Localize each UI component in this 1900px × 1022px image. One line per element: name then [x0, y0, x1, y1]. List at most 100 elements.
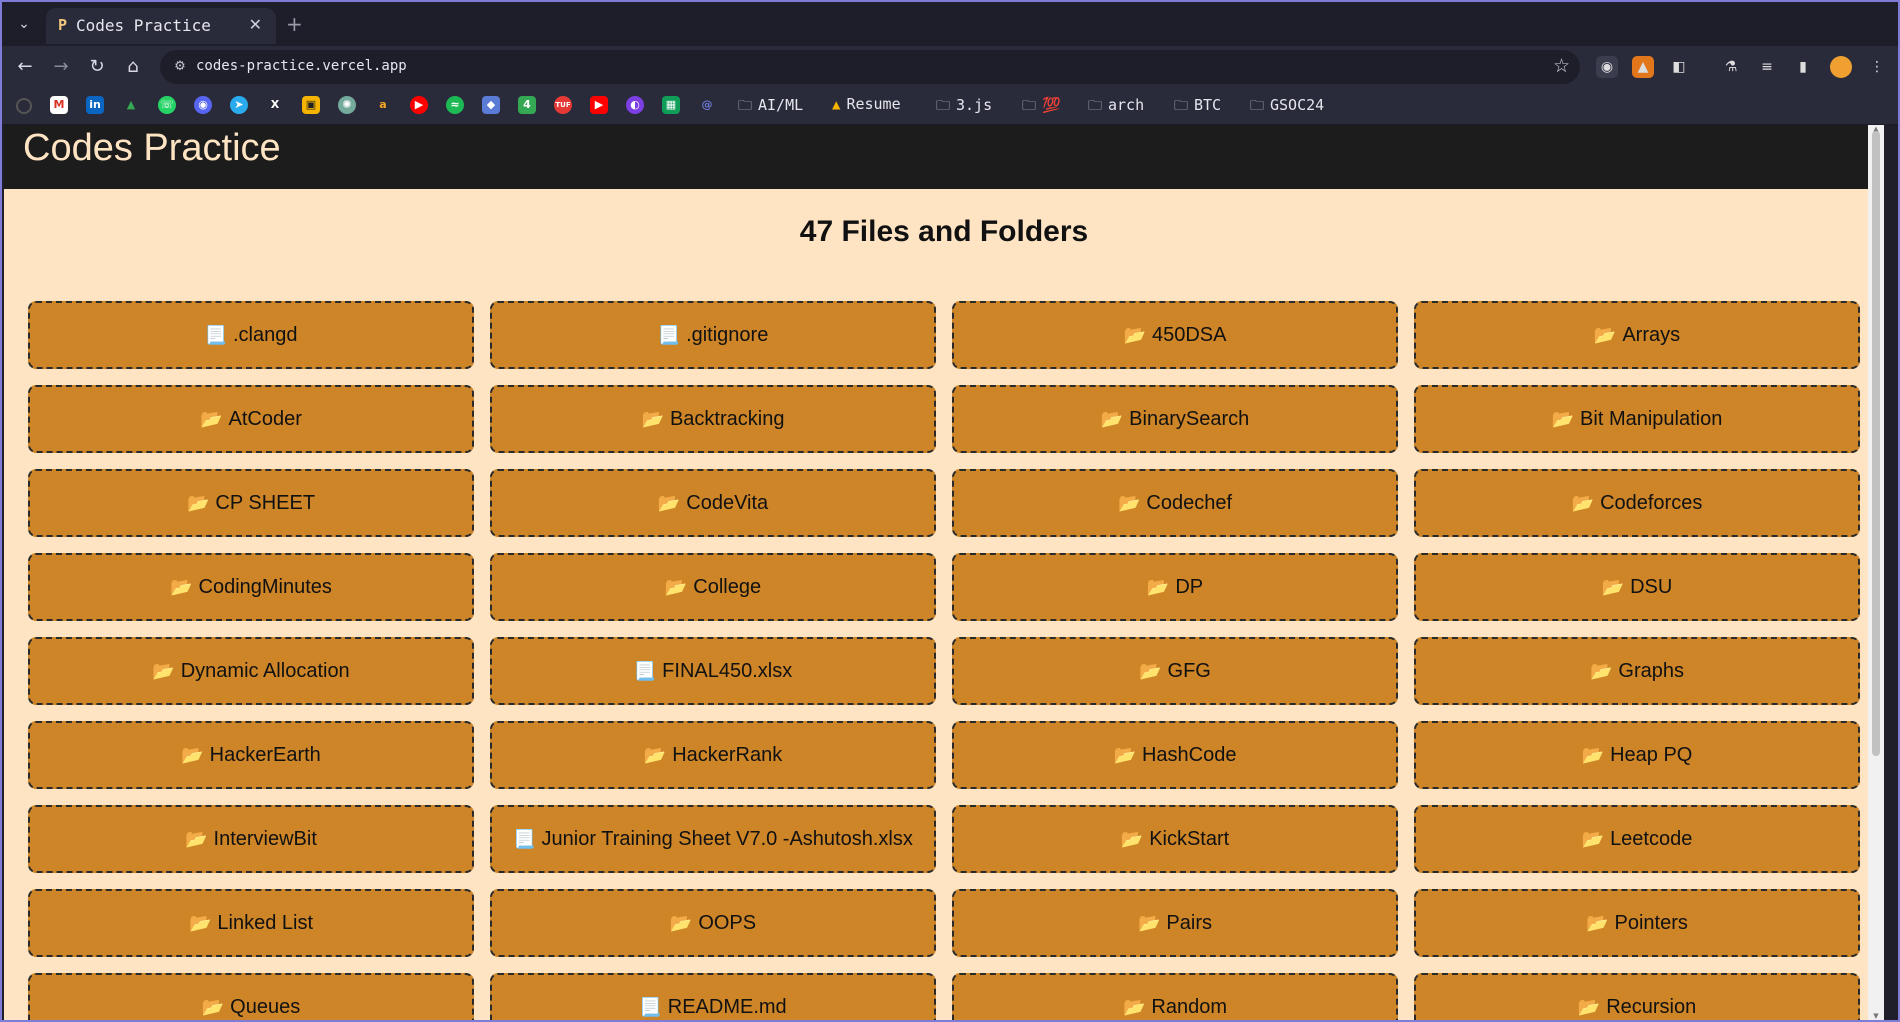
- open-folder-icon: 📂: [657, 492, 681, 513]
- open-folder-icon: 📂: [1123, 324, 1146, 345]
- page-scrollbar[interactable]: ▲ ▼: [1868, 125, 1884, 1020]
- folder-card[interactable]: 📂 Codeforces: [1414, 469, 1860, 537]
- telegram-icon[interactable]: ➤: [230, 96, 248, 114]
- folder-card[interactable]: 📂 Queues: [28, 973, 474, 1020]
- folder-card[interactable]: 📂 KickStart: [952, 805, 1398, 873]
- open-folder-icon: 📂: [152, 660, 175, 681]
- chatgpt-icon[interactable]: ✺: [338, 96, 356, 114]
- folder-card[interactable]: 📂 CP SHEET: [28, 469, 474, 537]
- spiral-app-icon[interactable]: @: [698, 96, 716, 114]
- extensions-puzzle-icon[interactable]: ◧: [1668, 56, 1690, 78]
- discord-icon[interactable]: ◉: [194, 96, 212, 114]
- tab-search-icon[interactable]: ⌄: [14, 14, 34, 34]
- profile-avatar[interactable]: [1830, 56, 1852, 78]
- bookmark-resume[interactable]: ▲ Resume: [832, 95, 901, 113]
- home-icon[interactable]: ⌂: [120, 54, 146, 80]
- file-card[interactable]: 📃 README.md: [490, 973, 936, 1020]
- folder-card[interactable]: 📂 AtCoder: [28, 385, 474, 453]
- scrollbar-thumb[interactable]: [1872, 131, 1880, 756]
- file-card[interactable]: 📃 FINAL450.xlsx: [490, 637, 936, 705]
- folder-card[interactable]: 📂 DP: [952, 553, 1398, 621]
- youtube-music-icon[interactable]: ▶: [410, 96, 428, 114]
- folder-card[interactable]: 📂 HackerEarth: [28, 721, 474, 789]
- gmail-icon[interactable]: M: [50, 96, 68, 114]
- folder-card[interactable]: 📂 InterviewBit: [28, 805, 474, 873]
- bookmark-folder-100[interactable]: 🗀 💯: [1022, 95, 1061, 119]
- tab-strip: ⌄ P Codes Practice ✕ +: [2, 2, 1898, 46]
- forward-icon[interactable]: →: [48, 54, 74, 80]
- amazon-icon[interactable]: a: [374, 96, 392, 114]
- folder-card[interactable]: 📂 Dynamic Allocation: [28, 637, 474, 705]
- back-icon[interactable]: ←: [12, 54, 38, 80]
- side-panel-icon[interactable]: ▮: [1792, 56, 1814, 78]
- whatsapp-icon[interactable]: ☏: [158, 96, 176, 114]
- folder-card[interactable]: 📂 Linked List: [28, 889, 474, 957]
- folder-card[interactable]: 📂 CodeVita: [490, 469, 936, 537]
- bookmark-app-icon[interactable]: ◆: [482, 96, 500, 114]
- folder-card[interactable]: 📂 College: [490, 553, 936, 621]
- open-folder-icon: 📂: [1139, 660, 1162, 681]
- purple-app-icon[interactable]: ◐: [626, 96, 644, 114]
- item-name: FINAL450.xlsx: [662, 659, 793, 682]
- folder-card[interactable]: 📂 450DSA: [952, 301, 1398, 369]
- bookmark-folder-3js[interactable]: 🗀 3.js: [936, 95, 992, 119]
- item-name: .gitignore: [686, 323, 769, 346]
- new-tab-icon[interactable]: +: [286, 12, 303, 36]
- bookmark-folder-arch[interactable]: 🗀 arch: [1088, 95, 1144, 119]
- folder-card[interactable]: 📂 Arrays: [1414, 301, 1860, 369]
- photos-icon[interactable]: ▣: [302, 96, 320, 114]
- folder-card[interactable]: 📂 HashCode: [952, 721, 1398, 789]
- folder-card[interactable]: 📂 Recursion: [1414, 973, 1860, 1020]
- sheets-icon[interactable]: ▦: [662, 96, 680, 114]
- active-tab[interactable]: P Codes Practice ✕: [46, 8, 276, 44]
- spotify-icon[interactable]: ≈: [446, 96, 464, 114]
- tuf-icon[interactable]: TUF: [554, 96, 572, 114]
- extension-spy-icon[interactable]: ◉: [1596, 56, 1618, 78]
- folder-card[interactable]: 📂 BinarySearch: [952, 385, 1398, 453]
- item-name: README.md: [667, 995, 787, 1018]
- bookmark-folder-gsoc24[interactable]: 🗀 GSOC24: [1250, 95, 1324, 119]
- file-card[interactable]: 📃 Junior Training Sheet V7.0 -Ashutosh.xl…: [490, 805, 936, 873]
- file-card[interactable]: 📃 .gitignore: [490, 301, 936, 369]
- item-name: CodeVita: [686, 491, 769, 514]
- bookmark-folder-btc[interactable]: 🗀 BTC: [1174, 95, 1221, 119]
- item-name: Codeforces: [1600, 491, 1703, 514]
- four-app-icon[interactable]: 4: [518, 96, 536, 114]
- folder-card[interactable]: 📂 CodingMinutes: [28, 553, 474, 621]
- labs-flask-icon[interactable]: ⚗: [1720, 56, 1742, 78]
- file-icon: 📃: [513, 828, 536, 849]
- folder-card[interactable]: 📂 Pairs: [952, 889, 1398, 957]
- file-card[interactable]: 📃 .clangd: [28, 301, 474, 369]
- reload-icon[interactable]: ↻: [84, 54, 110, 80]
- folder-card[interactable]: 📂 Backtracking: [490, 385, 936, 453]
- media-controls-icon[interactable]: ≡: [1756, 56, 1778, 78]
- folder-card[interactable]: 📂 OOPS: [490, 889, 936, 957]
- folder-card[interactable]: 📂 GFG: [952, 637, 1398, 705]
- open-folder-icon: 📂: [1120, 828, 1144, 849]
- menu-kebab-icon[interactable]: ⋮: [1866, 56, 1888, 78]
- folder-card[interactable]: 📂 Bit Manipulation: [1414, 385, 1860, 453]
- url-text[interactable]: codes-practice.vercel.app: [196, 58, 407, 74]
- folder-card[interactable]: 📂 Leetcode: [1414, 805, 1860, 873]
- bookmark-star-icon[interactable]: ☆: [1553, 55, 1570, 77]
- open-folder-icon: 📂: [1146, 576, 1170, 597]
- youtube-icon[interactable]: ▶: [590, 96, 608, 114]
- folder-card[interactable]: 📂 HackerRank: [490, 721, 936, 789]
- bookmark-folder-aiml[interactable]: 🗀 AI/ML: [738, 95, 803, 119]
- folder-card[interactable]: 📂 Heap PQ: [1414, 721, 1860, 789]
- extension-fox-icon[interactable]: ▲: [1632, 56, 1654, 78]
- file-icon: 📃: [657, 324, 681, 345]
- folder-card[interactable]: 📂 Codechef: [952, 469, 1398, 537]
- folder-card[interactable]: 📂 Random: [952, 973, 1398, 1020]
- folder-card[interactable]: 📂 DSU: [1414, 553, 1860, 621]
- folder-card[interactable]: 📂 Graphs: [1414, 637, 1860, 705]
- scroll-down-icon[interactable]: ▼: [1871, 1012, 1881, 1020]
- open-folder-icon: 📂: [1113, 744, 1136, 765]
- address-bar[interactable]: ⚙ codes-practice.vercel.app ☆: [160, 50, 1580, 84]
- tab-close-icon[interactable]: ✕: [249, 15, 262, 34]
- linkedin-icon[interactable]: in: [86, 96, 104, 114]
- google-drive-icon[interactable]: ▲: [122, 96, 140, 114]
- site-info-icon[interactable]: ⚙: [170, 57, 190, 77]
- folder-card[interactable]: 📂 Pointers: [1414, 889, 1860, 957]
- x-twitter-icon[interactable]: X: [266, 96, 284, 114]
